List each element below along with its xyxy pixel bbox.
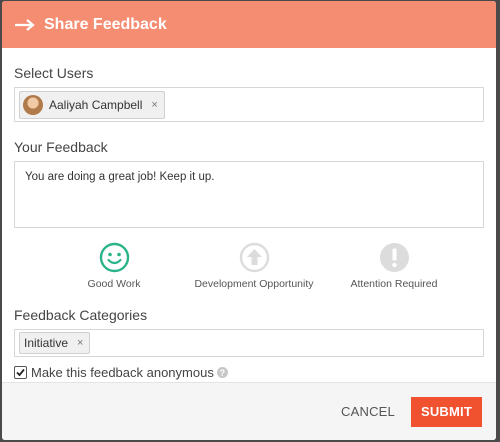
reaction-attention-required[interactable]: Attention Required — [334, 242, 454, 290]
your-feedback-label: Your Feedback — [14, 139, 108, 155]
user-chip-name: Aaliyah Campbell — [49, 97, 143, 112]
dialog-footer: CANCEL SUBMIT — [2, 382, 496, 440]
anonymous-label[interactable]: Make this feedback anonymous — [31, 365, 214, 380]
dialog-header: Share Feedback — [2, 1, 496, 48]
share-feedback-dialog: Share Feedback Select Users Aaliyah Camp… — [2, 1, 496, 440]
checkmark-icon — [16, 368, 25, 377]
user-chip: Aaliyah Campbell × — [19, 90, 165, 119]
category-chip: Initiative × — [19, 332, 91, 354]
arrow-up-circle-icon — [239, 242, 269, 273]
feedback-type-selector: Good Work Development Opportunity Attent… — [14, 242, 484, 290]
feedback-categories-label: Feedback Categories — [14, 307, 148, 323]
reaction-label: Attention Required — [350, 278, 438, 290]
anonymous-option: Make this feedback anonymous ? — [14, 365, 484, 380]
help-icon[interactable]: ? — [216, 367, 228, 378]
reaction-label: Good Work — [87, 278, 141, 290]
anonymous-checkbox[interactable] — [14, 366, 27, 379]
dialog-title: Share Feedback — [44, 15, 167, 33]
exclamation-circle-icon — [379, 243, 409, 272]
select-users-input[interactable]: Aaliyah Campbell × — [14, 87, 484, 122]
submit-button[interactable]: SUBMIT — [410, 396, 482, 427]
category-chip-name: Initiative — [24, 336, 69, 350]
avatar — [23, 94, 43, 115]
cancel-button[interactable]: CANCEL — [341, 404, 395, 419]
remove-user-icon[interactable]: × — [151, 99, 157, 111]
feedback-categories-input[interactable]: Initiative × — [14, 329, 484, 357]
feedback-textarea[interactable]: You are doing a great job! Keep it up. — [14, 161, 484, 228]
arrow-right-icon — [14, 18, 38, 32]
reaction-good-work[interactable]: Good Work — [54, 242, 174, 290]
reaction-label: Development Opportunity — [194, 278, 314, 290]
smiley-icon — [99, 242, 129, 273]
reaction-development-opportunity[interactable]: Development Opportunity — [194, 242, 314, 290]
select-users-label: Select Users — [14, 65, 94, 81]
remove-category-icon[interactable]: × — [77, 337, 83, 349]
